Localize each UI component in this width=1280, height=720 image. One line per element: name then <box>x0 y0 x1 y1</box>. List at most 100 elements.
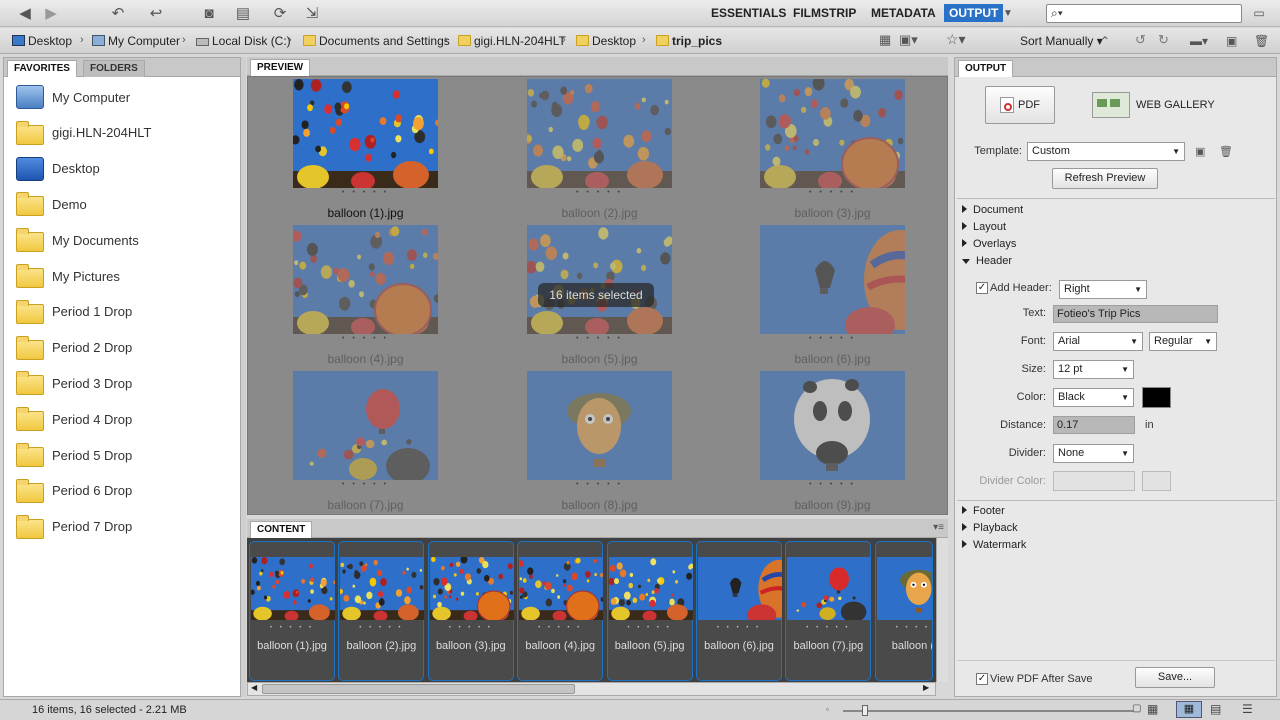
preview-thumbnail[interactable] <box>527 225 672 334</box>
web-gallery-button[interactable]: WEB GALLERY <box>1092 88 1217 122</box>
pdf-button[interactable]: PDF <box>985 86 1055 124</box>
preview-thumbnail[interactable] <box>760 79 905 188</box>
content-item[interactable]: • • • • • balloon (8) <box>874 541 933 681</box>
add-header-checkbox[interactable]: ✓ <box>976 282 988 294</box>
distance-input[interactable]: 0.17 <box>1053 416 1135 434</box>
tab-preview[interactable]: PREVIEW <box>250 59 311 76</box>
preview-thumbnail[interactable] <box>293 79 438 188</box>
content-thumbnail[interactable] <box>340 557 425 620</box>
chevron-right-icon[interactable]: › <box>80 34 84 46</box>
favorite-item[interactable]: My Computer <box>16 81 130 113</box>
workspace-filmstrip[interactable]: FILMSTRIP <box>793 6 856 20</box>
breadcrumb-trip-pics[interactable]: trip_pics <box>656 34 722 48</box>
new-folder-icon[interactable]: ▣ <box>1226 34 1237 48</box>
section-header[interactable]: Header <box>962 255 1012 267</box>
breadcrumb-local-disk[interactable]: Local Disk (C:) <box>196 34 291 48</box>
compact-mode-icon[interactable]: ▭ <box>1250 4 1268 22</box>
save-button[interactable]: Save... <box>1135 667 1215 688</box>
rating-dots[interactable]: • • • • • <box>876 625 932 631</box>
favorite-item[interactable]: Desktop <box>16 153 100 185</box>
breadcrumb-documents-settings[interactable]: Documents and Settings <box>303 34 450 48</box>
zoom-in-icon[interactable]: ▢ <box>1132 703 1141 714</box>
rating-dots[interactable]: • • • • • <box>429 625 513 631</box>
rating-dots[interactable]: • • • • • <box>527 335 672 342</box>
view-list-icon[interactable]: ☰ <box>1242 702 1253 716</box>
scroll-left-icon[interactable]: ◀ <box>251 683 257 692</box>
content-thumbnail[interactable] <box>787 557 872 620</box>
preview-thumbnail[interactable] <box>527 79 672 188</box>
divider-dropdown[interactable]: None <box>1053 444 1134 463</box>
size-dropdown[interactable]: 12 pt <box>1053 360 1134 379</box>
open-recent-icon[interactable]: ▬▾ <box>1190 34 1208 48</box>
color-dropdown[interactable]: Black <box>1053 388 1134 407</box>
left-splitter[interactable] <box>241 57 246 697</box>
slider-handle[interactable] <box>862 705 868 716</box>
rotate-icon[interactable]: ⟳ <box>270 4 290 22</box>
refine-icon[interactable]: ▤ <box>228 4 258 22</box>
rating-dots[interactable]: • • • • • <box>697 625 781 631</box>
tab-folders[interactable]: FOLDERS <box>83 60 145 77</box>
breadcrumb-my-computer[interactable]: My Computer <box>92 34 180 48</box>
section-overlays[interactable]: Overlays <box>962 238 1016 250</box>
workspace-metadata[interactable]: METADATA <box>871 6 936 20</box>
save-template-icon[interactable]: ▣ <box>1195 145 1205 158</box>
content-hscroll[interactable]: ◀ ▶ <box>247 682 936 696</box>
content-item[interactable]: • • • • • balloon (3).jpg <box>427 541 514 681</box>
favorite-item[interactable]: My Pictures <box>16 260 120 292</box>
content-item[interactable]: • • • • • balloon (5).jpg <box>606 541 693 681</box>
content-item[interactable]: • • • • • balloon (2).jpg <box>338 541 425 681</box>
rating-dots[interactable]: • • • • • <box>339 625 423 631</box>
rating-dots[interactable]: • • • • • <box>293 189 438 196</box>
template-dropdown[interactable]: Custom <box>1027 142 1185 161</box>
workspace-essentials[interactable]: ESSENTIALS <box>711 6 786 20</box>
panel-menu-icon[interactable]: ▾≡ <box>933 522 944 533</box>
section-watermark[interactable]: Watermark <box>962 539 1026 551</box>
delete-template-icon[interactable]: 🗑 <box>1219 145 1233 158</box>
breadcrumb-desktop-folder[interactable]: Desktop <box>576 34 636 48</box>
favorite-item[interactable]: Period 6 Drop <box>16 475 132 507</box>
camera-import-icon[interactable]: ◙ <box>198 4 220 22</box>
preview-thumbnail[interactable] <box>293 225 438 334</box>
return-to-app-icon[interactable]: ↩ <box>146 4 166 22</box>
rating-dots[interactable]: • • • • • <box>608 625 692 631</box>
view-details-icon[interactable]: ▤ <box>1210 702 1221 716</box>
content-thumbnail[interactable] <box>429 557 514 620</box>
rating-dots[interactable]: • • • • • <box>293 335 438 342</box>
tab-content[interactable]: CONTENT <box>250 521 313 538</box>
content-item[interactable]: • • • • • balloon (6).jpg <box>696 541 782 681</box>
chevron-right-icon[interactable]: › <box>444 34 448 46</box>
star-filter-icon[interactable]: ☆▾ <box>946 31 966 48</box>
rating-dots[interactable]: • • • • • <box>760 335 905 342</box>
favorite-item[interactable]: Demo <box>16 188 87 220</box>
search-input[interactable]: ⌕▾ <box>1046 4 1242 23</box>
content-thumbnail[interactable] <box>608 557 693 620</box>
font-style-dropdown[interactable]: Regular <box>1149 332 1217 351</box>
add-header-dropdown[interactable]: Right <box>1059 280 1147 299</box>
content-thumbnail[interactable] <box>251 557 335 620</box>
view-options-icon[interactable]: ▣▾ <box>899 32 918 48</box>
zoom-out-icon[interactable]: ▫ <box>826 705 829 714</box>
preview-thumbnail[interactable] <box>760 371 905 480</box>
thumbnail-size-slider[interactable] <box>843 710 1133 712</box>
view-thumbnails-icon[interactable]: ▦ <box>1176 701 1202 718</box>
favorite-item[interactable]: gigi.HLN-204HLT <box>16 117 151 149</box>
favorite-item[interactable]: Period 5 Drop <box>16 439 132 471</box>
rotate-right-icon[interactable]: ↻ <box>1158 32 1169 48</box>
favorite-item[interactable]: Period 3 Drop <box>16 367 132 399</box>
chevron-right-icon[interactable]: › <box>642 34 646 46</box>
breadcrumb-user[interactable]: gigi.HLN-204HLT <box>458 34 566 48</box>
rating-dots[interactable]: • • • • • <box>760 481 905 488</box>
section-layout[interactable]: Layout <box>962 221 1006 233</box>
section-footer[interactable]: Footer <box>962 505 1005 517</box>
view-pdf-checkbox[interactable]: ✓ <box>976 673 988 685</box>
content-thumbnail[interactable] <box>876 557 932 620</box>
sort-dropdown[interactable]: Sort Manually ▾ <box>1020 34 1103 48</box>
header-text-input[interactable]: Fotieo's Trip Pics <box>1053 305 1218 323</box>
font-dropdown[interactable]: Arial <box>1053 332 1143 351</box>
section-playback[interactable]: Playback <box>962 522 1018 534</box>
refresh-preview-button[interactable]: Refresh Preview <box>1052 168 1158 189</box>
rating-dots[interactable]: • • • • • <box>786 625 870 631</box>
forward-arrow-icon[interactable]: ▶ <box>40 4 62 22</box>
favorite-item[interactable]: Period 2 Drop <box>16 332 132 364</box>
grid-lock-icon[interactable]: ▦ <box>1147 702 1158 716</box>
